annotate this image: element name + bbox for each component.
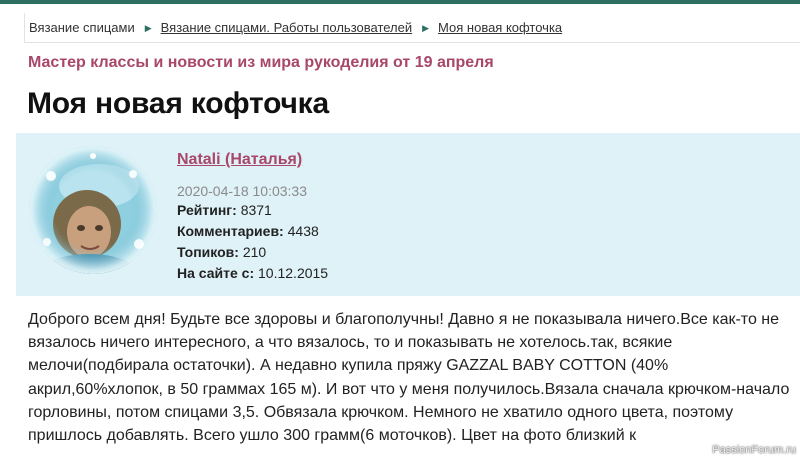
stat-label: Рейтинг:	[177, 202, 237, 218]
page-subtitle: Мастер классы и новости из мира рукодели…	[28, 54, 494, 71]
author-name-link[interactable]: Natali (Наталья)	[177, 151, 302, 169]
watermark: PassionForum.ru	[712, 444, 796, 456]
author-stat-rating: Рейтинг: 8371	[177, 202, 272, 218]
breadcrumb-separator-icon: ▶	[144, 23, 152, 33]
breadcrumb-item-current[interactable]: Моя новая кофточка	[438, 20, 562, 35]
stat-label: Комментариев:	[177, 223, 284, 239]
author-date: 2020-04-18 10:03:33	[177, 183, 307, 199]
top-bar	[0, 0, 800, 4]
stat-value: 210	[242, 244, 267, 260]
author-stat-topics: Топиков: 210	[177, 244, 266, 260]
breadcrumb: Вязание спицами ▶ Вязание спицами. Работы …	[24, 13, 800, 43]
stat-label: На сайте с:	[177, 265, 255, 281]
stat-value: 8371	[240, 202, 272, 218]
breadcrumb-item-knitting[interactable]: Вязание спицами	[29, 20, 135, 35]
author-card: Natali (Наталья) 2020-04-18 10:03:33 Рей…	[16, 133, 800, 296]
avatar[interactable]	[29, 146, 157, 274]
stat-label: Топиков:	[177, 244, 239, 260]
author-stat-comments: Комментариев: 4438	[177, 223, 319, 239]
stat-value: 10.12.2015	[258, 265, 329, 281]
post-text: Доброго всем дня! Будьте все здоровы и б…	[28, 311, 790, 445]
breadcrumb-separator-icon: ▶	[422, 23, 430, 33]
stat-value: 4438	[287, 223, 319, 239]
author-stat-since: На сайте с: 10.12.2015	[177, 265, 328, 281]
post-content: Доброго всем дня! Будьте все здоровы и б…	[16, 296, 800, 459]
page-title: Моя новая кофточка	[27, 87, 329, 120]
breadcrumb-item-user-works[interactable]: Вязание спицами. Работы пользователей	[161, 20, 412, 35]
